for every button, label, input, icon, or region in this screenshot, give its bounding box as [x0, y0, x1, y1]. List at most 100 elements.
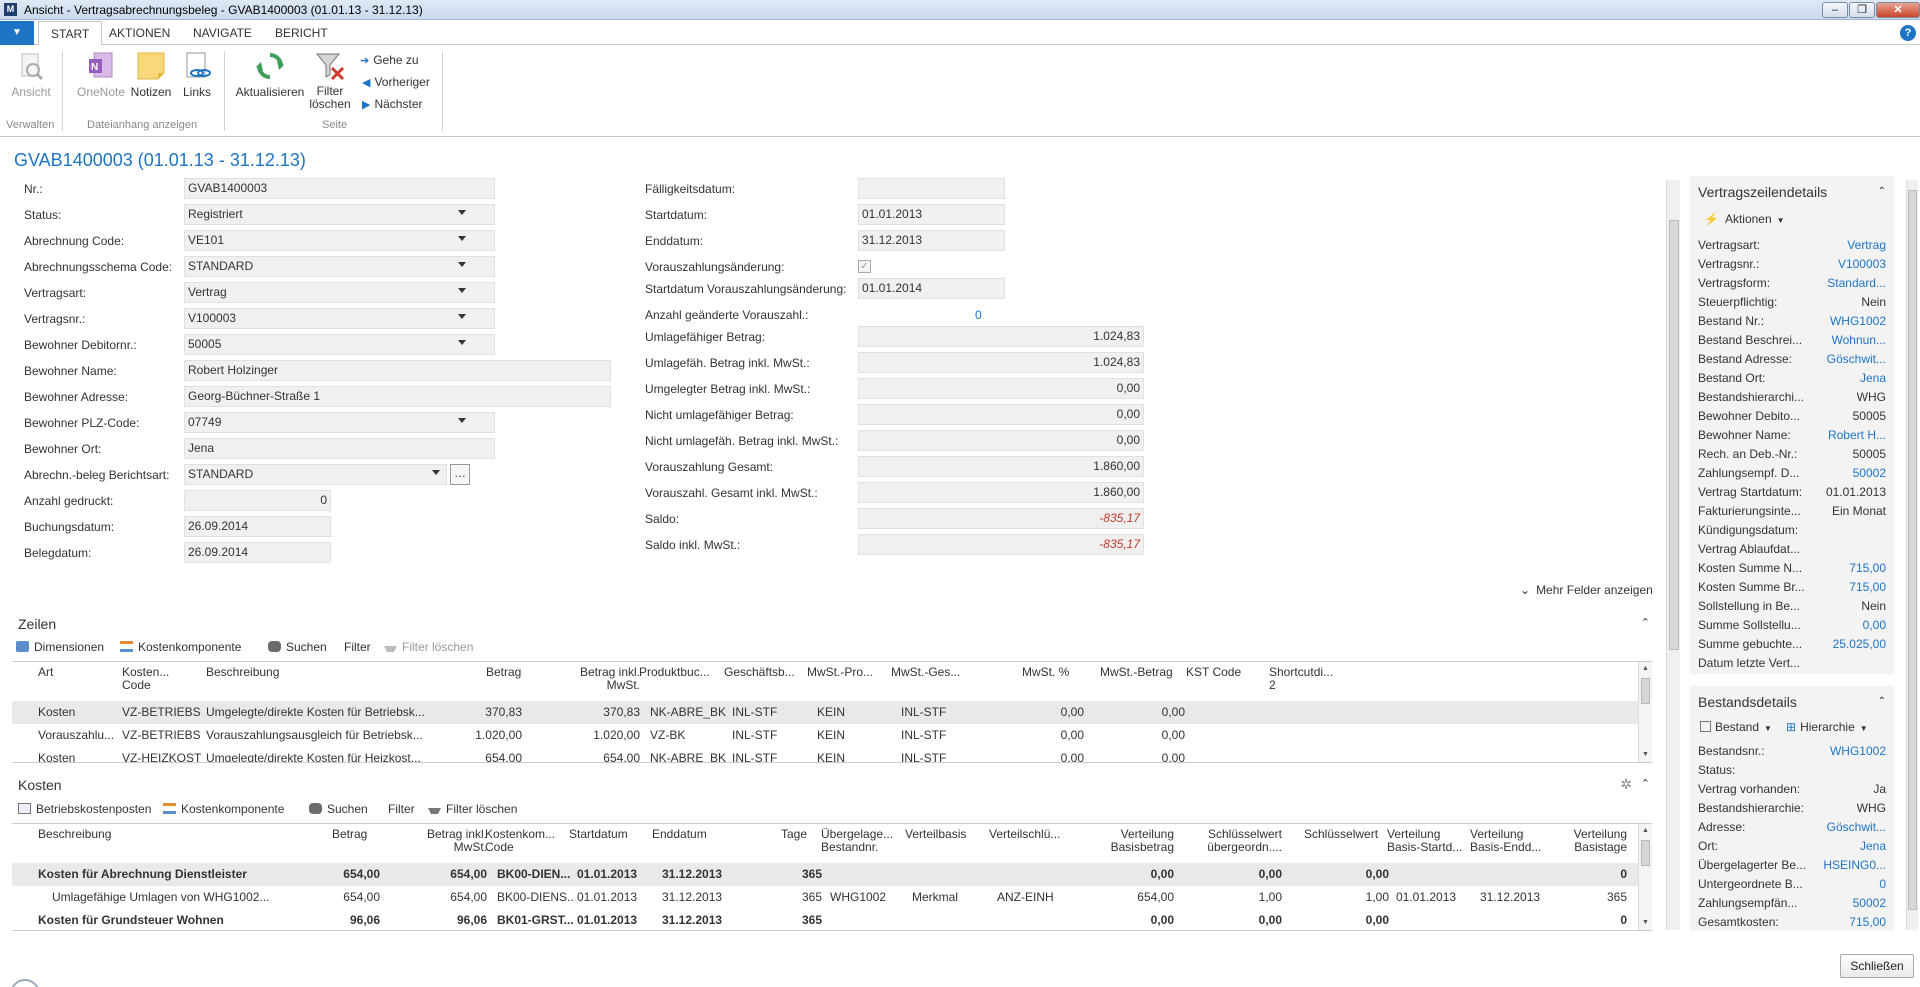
- column-header[interactable]: Geschäftsb...: [724, 666, 795, 679]
- filter-button[interactable]: Filter: [388, 802, 415, 816]
- vertragsnr-select[interactable]: V100003: [184, 308, 495, 329]
- column-header[interactable]: Verteilung Basis-Startd...: [1387, 828, 1467, 854]
- dimensionen-button[interactable]: Dimensionen: [16, 640, 104, 654]
- kosten-scrollbar[interactable]: ▲ ▼: [1638, 824, 1652, 930]
- vz-aenderung-checkbox[interactable]: ✓: [858, 260, 871, 273]
- onenote-button[interactable]: N OneNote: [74, 51, 128, 99]
- kostenkomponente-button[interactable]: Kostenkomponente: [163, 802, 284, 816]
- factbox-value[interactable]: Vertrag: [1847, 238, 1886, 252]
- notizen-button[interactable]: Notizen: [128, 51, 174, 99]
- chevron-down-icon[interactable]: [458, 418, 466, 423]
- tab-aktionen[interactable]: AKTIONEN: [97, 21, 182, 45]
- scroll-down-icon[interactable]: ▼: [1639, 748, 1652, 762]
- column-header[interactable]: Betrag inkl. MwSt.: [407, 828, 487, 854]
- restore-button[interactable]: ❐: [1849, 2, 1875, 18]
- hierarchie-menu-button[interactable]: ⊞ Hierarchie ▼: [1786, 720, 1868, 734]
- column-header[interactable]: Verteilung Basisbetrag: [1082, 828, 1174, 854]
- tab-start[interactable]: START: [38, 21, 103, 46]
- chevron-up-icon[interactable]: ⌃: [1878, 696, 1886, 707]
- column-header[interactable]: Startdatum: [569, 828, 628, 841]
- column-header[interactable]: Produktbuc...: [639, 666, 710, 679]
- filter-loeschen-button[interactable]: Filter löschen: [428, 802, 517, 816]
- more-fields-button[interactable]: ⌄ Mehr Felder anzeigen: [1520, 583, 1653, 597]
- chevron-up-icon[interactable]: ⌃: [1641, 616, 1650, 629]
- table-row[interactable]: Kosten für Abrechnung Dienstleister 654,0…: [12, 863, 1638, 886]
- help-icon[interactable]: ?: [1900, 25, 1916, 41]
- naechster-button[interactable]: ▶ Nächster: [362, 97, 423, 111]
- scroll-thumb[interactable]: [1641, 840, 1650, 866]
- factbox-value[interactable]: 0: [1879, 877, 1886, 891]
- table-row[interactable]: Kosten für Grundsteuer Wohnen 96,06 96,06 B…: [12, 909, 1638, 930]
- column-header[interactable]: KST Code: [1186, 666, 1241, 679]
- suchen-button[interactable]: Suchen: [268, 640, 327, 654]
- factbox-value[interactable]: V100003: [1838, 257, 1886, 271]
- column-header[interactable]: Schlüsselwert: [1304, 828, 1378, 841]
- status-select[interactable]: Registriert: [184, 204, 495, 225]
- minimize-button[interactable]: –: [1822, 2, 1848, 18]
- tab-bericht[interactable]: BERICHT: [263, 21, 340, 45]
- berichtsart-select[interactable]: STANDARD: [184, 464, 447, 485]
- table-row[interactable]: Kosten VZ-BETRIEBS Umgelegte/direkte Koste…: [12, 701, 1638, 724]
- scroll-thumb[interactable]: [1908, 190, 1917, 910]
- scroll-down-icon[interactable]: ▼: [1639, 916, 1652, 930]
- anzahl-vz-link[interactable]: 0: [975, 308, 982, 322]
- factbox-value[interactable]: Jena: [1860, 371, 1886, 385]
- chevron-down-icon[interactable]: [458, 340, 466, 345]
- tab-navigate[interactable]: NAVIGATE: [181, 21, 264, 45]
- chevron-up-icon[interactable]: ⌃: [1641, 777, 1650, 790]
- table-row[interactable]: Vorauszahlu... VZ-BETRIEBS Vorauszahlungsa…: [12, 724, 1638, 747]
- vertragsart-select[interactable]: Vertrag: [184, 282, 495, 303]
- schliessen-button[interactable]: Schließen: [1840, 954, 1914, 978]
- factbox-value[interactable]: Robert H...: [1828, 428, 1886, 442]
- scroll-thumb[interactable]: [1641, 678, 1650, 704]
- filter-loeschen-button[interactable]: Filter löschen: [384, 640, 473, 654]
- table-row[interactable]: Kosten VZ-HEIZKOST Umgelegte/direkte Koste…: [12, 747, 1638, 762]
- factbox-value[interactable]: WHG1002: [1830, 744, 1886, 758]
- column-header[interactable]: Verteilung Basis-Endd...: [1470, 828, 1550, 854]
- chevron-down-icon[interactable]: [458, 262, 466, 267]
- factbox-value[interactable]: 715,00: [1849, 915, 1886, 929]
- column-header[interactable]: Schlüsselwert übergeordn....: [1177, 828, 1282, 854]
- zeilen-section-header[interactable]: Zeilen ⌃: [10, 614, 1660, 636]
- nr-input[interactable]: GVAB1400003: [184, 178, 495, 199]
- chevron-down-icon[interactable]: [458, 236, 466, 241]
- scroll-up-icon[interactable]: ▲: [1639, 662, 1652, 676]
- gear-icon[interactable]: ✲: [1620, 776, 1632, 793]
- scroll-thumb[interactable]: [1669, 220, 1679, 650]
- close-window-button[interactable]: ✕: [1876, 2, 1920, 18]
- bewohner-name-input[interactable]: Robert Holzinger: [184, 360, 611, 381]
- ort-input[interactable]: Jena: [184, 438, 495, 459]
- aktionen-menu-button[interactable]: ⚡ Aktionen ▼: [1704, 212, 1785, 226]
- enddatum-input[interactable]: 31.12.2013: [858, 230, 1005, 251]
- factbox-value[interactable]: 50002: [1853, 896, 1886, 910]
- bestand-menu-button[interactable]: Bestand ▼: [1700, 720, 1772, 734]
- filter-loeschen-button[interactable]: Filter löschen: [308, 51, 352, 111]
- column-header[interactable]: Betrag: [332, 828, 367, 841]
- assist-edit-button[interactable]: …: [450, 464, 470, 485]
- main-scrollbar[interactable]: [1666, 180, 1680, 930]
- factbox-value[interactable]: Jena: [1860, 839, 1886, 853]
- app-menu-button[interactable]: ▼: [0, 21, 34, 45]
- zeilen-scrollbar[interactable]: ▲ ▼: [1638, 662, 1652, 762]
- start-vz-input[interactable]: 01.01.2014: [858, 278, 1005, 299]
- chevron-down-icon[interactable]: [458, 314, 466, 319]
- kosten-section-header[interactable]: Kosten ✲ ⌃: [10, 775, 1660, 797]
- factbox-value[interactable]: Göschwit...: [1827, 352, 1886, 366]
- column-header[interactable]: Verteilschlü...: [989, 828, 1060, 841]
- factbox-value[interactable]: Göschwit...: [1827, 820, 1886, 834]
- kostenkomponente-button[interactable]: Kostenkomponente: [120, 640, 241, 654]
- factbox-value[interactable]: 0,00: [1863, 618, 1886, 632]
- links-button[interactable]: Links: [178, 51, 216, 99]
- chevron-down-icon[interactable]: [458, 210, 466, 215]
- betriebskostenposten-button[interactable]: Betriebskostenposten: [18, 802, 151, 816]
- debitornr-select[interactable]: 50005: [184, 334, 495, 355]
- factbox-value[interactable]: Standard...: [1827, 276, 1886, 290]
- column-header[interactable]: Kosten... Code: [122, 666, 182, 692]
- column-header[interactable]: Tage: [781, 828, 807, 841]
- filter-button[interactable]: Filter: [344, 640, 371, 654]
- buchungsdatum-input[interactable]: 26.09.2014: [184, 516, 331, 537]
- chevron-down-icon[interactable]: [458, 288, 466, 293]
- abrechnungsschema-select[interactable]: STANDARD: [184, 256, 495, 277]
- startdatum-input[interactable]: 01.01.2013: [858, 204, 1005, 225]
- chevron-down-icon[interactable]: [432, 470, 440, 475]
